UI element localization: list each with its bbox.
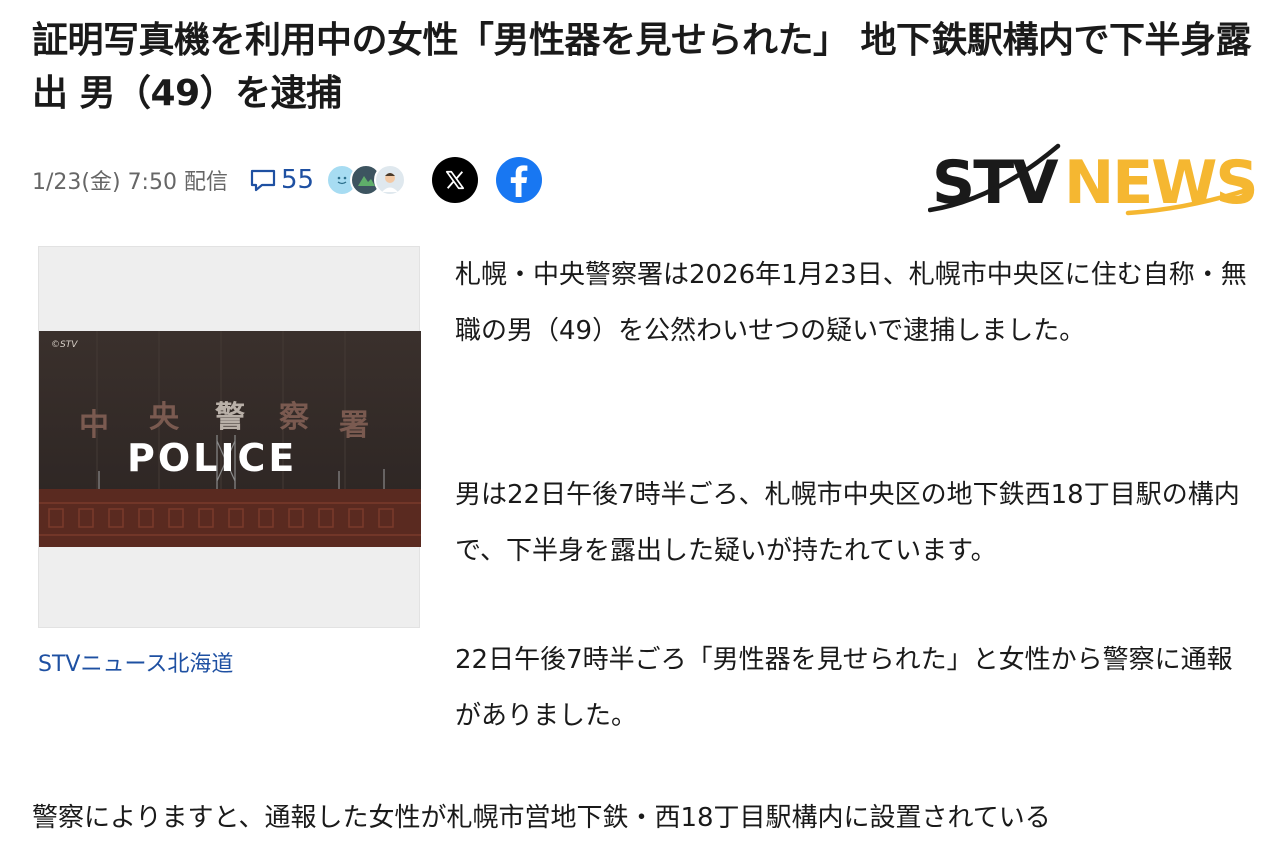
commenter-avatars[interactable] [326,164,407,196]
image-watermark: ©STV [51,340,78,350]
article-image[interactable]: 中 央 警 察 署 POLICE ©STV [38,246,421,628]
svg-text:央: 央 [149,400,180,435]
police-station-photo: 中 央 警 察 署 POLICE ©STV [39,331,421,547]
article-paragraph: 札幌・中央警察署は2026年1月23日、札幌市中央区に住む自称・無職の男（49）… [455,260,1247,346]
svg-text:中: 中 [79,408,109,443]
logo-text-news: NEWS [1064,148,1257,216]
svg-text:署: 署 [339,408,369,443]
article-title: 証明写真機を利用中の女性「男性器を見せられた」 地下鉄駅構内で下半身露出 男（4… [32,20,1252,114]
source-link[interactable]: STVニュース北海道 [38,646,233,678]
comment-icon [250,169,276,192]
stv-news-logo: STV NEWS [928,143,1258,216]
article-paragraph: 男は22日午後7時半ごろ、札幌市中央区の地下鉄西18丁目駅の構内で、下半身を露出… [455,480,1240,566]
article-meta: 1/23(金) 7:50 配信 55 [32,156,543,204]
comments-link[interactable]: 55 [248,165,314,195]
police-sign-text: POLICE [127,436,297,480]
avatar [374,164,407,196]
article-paragraph: 22日午後7時半ごろ「男性器を見せられた」と女性から警察に通報がありました。 [455,645,1233,731]
comment-count: 55 [280,165,315,195]
article-paragraph: 警察によりますと、通報した女性が札幌市営地下鉄・西18丁目駅構内に設置されている [32,803,1051,833]
share-x-button[interactable] [432,157,479,203]
share-facebook-button[interactable] [496,157,543,203]
x-icon [445,170,465,190]
publish-date: 1/23(金) 7:50 配信 [32,170,228,195]
svg-text:警: 警 [215,400,245,435]
svg-text:察: 察 [279,400,310,435]
facebook-icon [510,165,528,197]
